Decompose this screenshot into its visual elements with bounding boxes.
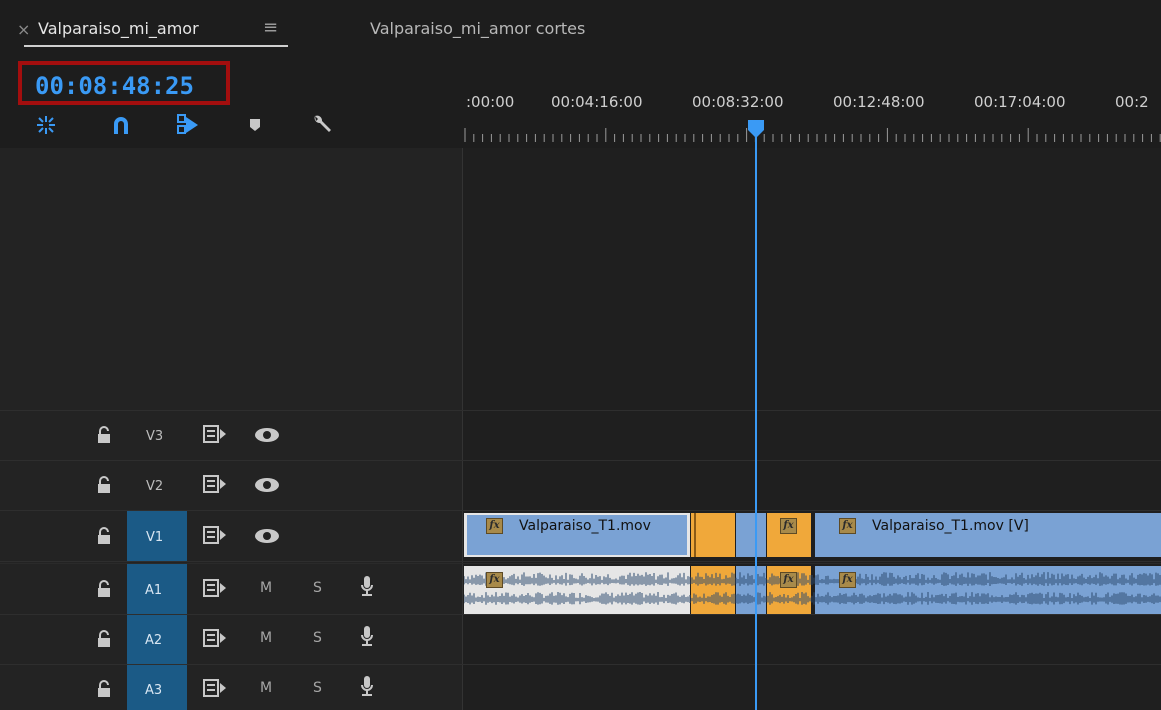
sync-lock-icon[interactable] — [203, 629, 227, 651]
eye-icon[interactable] — [254, 528, 280, 548]
snap-nest-icon[interactable] — [33, 112, 59, 138]
video-clip[interactable] — [736, 513, 766, 557]
clip-edge — [694, 513, 696, 557]
audio-waveform — [464, 572, 1161, 605]
eye-icon[interactable] — [254, 427, 280, 447]
sync-lock-icon[interactable] — [203, 579, 227, 601]
ruler-label: 00:12:48:00 — [833, 93, 925, 111]
marker-icon[interactable] — [242, 112, 268, 138]
solo-button[interactable]: S — [313, 630, 322, 646]
sync-lock-icon[interactable] — [203, 425, 227, 447]
mute-button[interactable]: M — [260, 580, 272, 596]
ruler-label: 00:04:16:00 — [551, 93, 643, 111]
magnet-icon[interactable] — [108, 112, 134, 138]
track-divider — [0, 460, 1161, 461]
track-label-a2[interactable]: A2 — [145, 633, 162, 649]
track-label-a1[interactable]: A1 — [145, 583, 162, 599]
solo-button[interactable]: S — [313, 580, 322, 596]
track-label-v3[interactable]: V3 — [146, 429, 163, 445]
clip-label: Valparaiso_T1.mov [V] — [872, 518, 1029, 534]
wrench-icon[interactable] — [309, 112, 335, 138]
sync-lock-icon[interactable] — [203, 679, 227, 701]
ruler-ticks — [464, 128, 1161, 142]
microphone-icon[interactable] — [360, 625, 374, 651]
lock-icon[interactable] — [96, 527, 112, 549]
microphone-icon[interactable] — [360, 675, 374, 701]
active-tab-underline — [24, 45, 288, 47]
lock-icon[interactable] — [96, 630, 112, 652]
solo-button[interactable]: S — [313, 680, 322, 696]
sync-lock-icon[interactable] — [203, 526, 227, 548]
tab-menu-icon[interactable]: ≡ — [263, 17, 278, 39]
fx-badge: fx — [486, 572, 503, 588]
lock-icon[interactable] — [96, 476, 112, 498]
ruler-label: 00:17:04:00 — [974, 93, 1066, 111]
playhead-handle[interactable] — [746, 120, 766, 138]
lock-icon[interactable] — [96, 680, 112, 702]
track-label-v2[interactable]: V2 — [146, 479, 163, 495]
ruler-label: :00:00 — [466, 93, 515, 111]
panel-divider — [462, 148, 463, 710]
track-label-a3[interactable]: A3 — [145, 683, 162, 699]
tab-close-icon[interactable]: × — [17, 20, 30, 40]
fx-badge: fx — [839, 572, 856, 588]
clip-label: Valparaiso_T1.mov — [519, 518, 651, 534]
sync-lock-icon[interactable] — [203, 475, 227, 497]
timecode-highlight-box — [18, 61, 230, 105]
playhead-line[interactable] — [755, 133, 757, 710]
eye-icon[interactable] — [254, 477, 280, 497]
tab-sequence-active[interactable]: Valparaiso_mi_amor — [38, 19, 199, 39]
track-label-v1[interactable]: V1 — [146, 530, 163, 546]
ruler-label: 00:2 — [1115, 93, 1149, 111]
timeline-tracks-area[interactable] — [463, 148, 1161, 710]
video-clip-orange[interactable] — [691, 513, 735, 557]
track-header-panel — [0, 148, 462, 710]
microphone-icon[interactable] — [360, 575, 374, 601]
lock-icon[interactable] — [96, 426, 112, 448]
ruler-label: 00:08:32:00 — [692, 93, 784, 111]
fx-badge: fx — [780, 572, 797, 588]
mute-button[interactable]: M — [260, 680, 272, 696]
fx-badge: fx — [780, 518, 797, 534]
fx-badge: fx — [839, 518, 856, 534]
tab-sequence-cortes[interactable]: Valparaiso_mi_amor cortes — [370, 19, 585, 39]
linked-selection-icon[interactable] — [175, 112, 201, 138]
mute-button[interactable]: M — [260, 630, 272, 646]
fx-badge: fx — [486, 518, 503, 534]
track-divider — [0, 410, 1161, 411]
lock-icon[interactable] — [96, 580, 112, 602]
track-divider — [0, 561, 1161, 562]
